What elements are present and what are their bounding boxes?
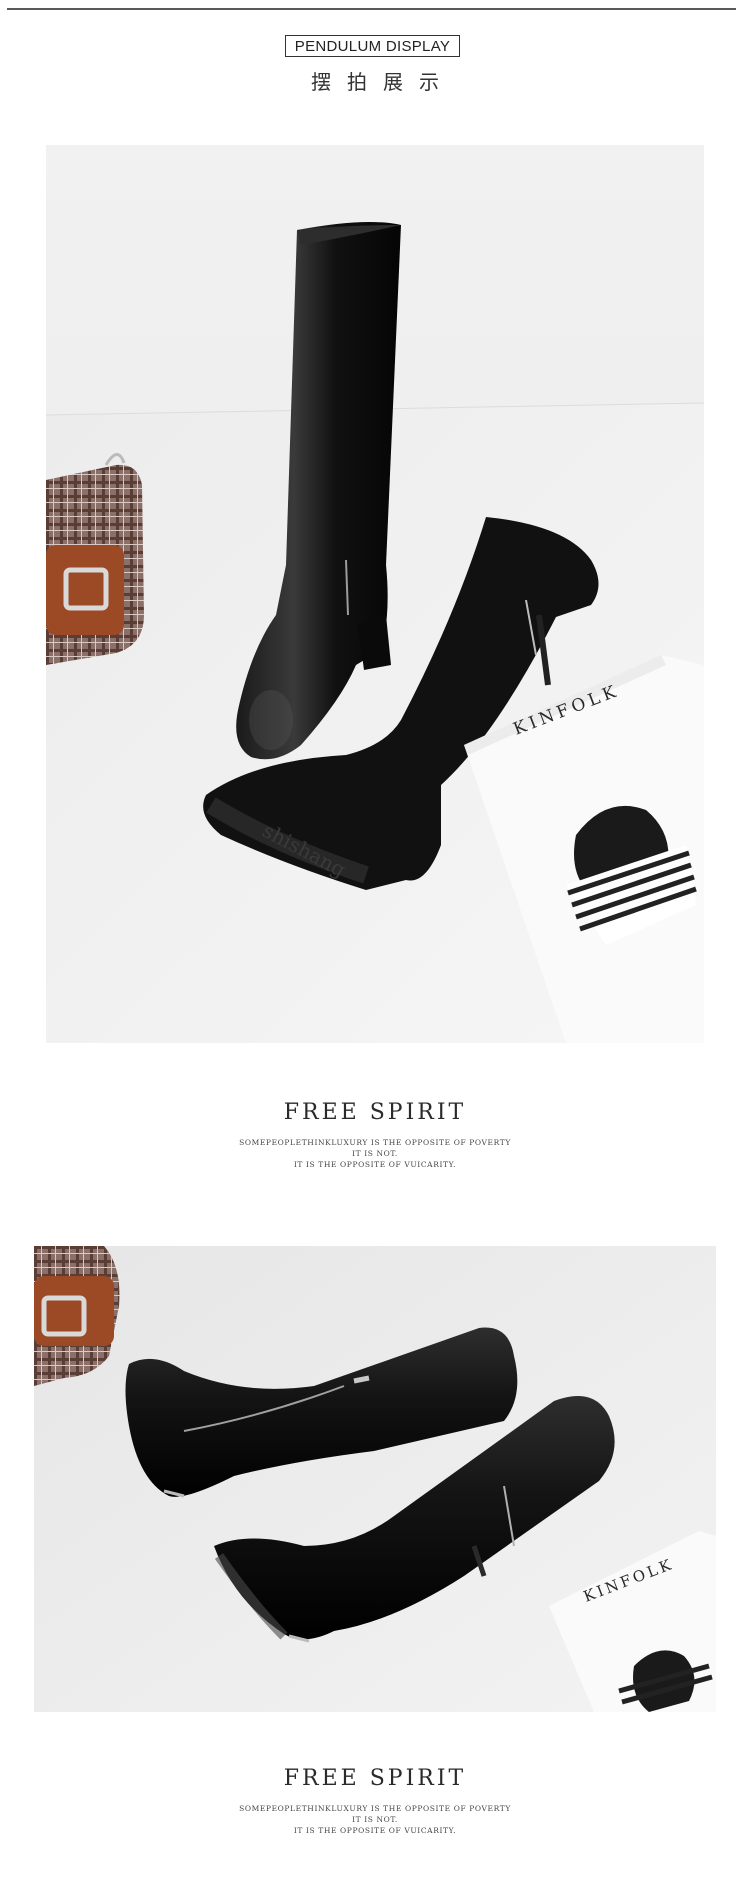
product-photo-1: shishang KINFOLK <box>46 145 704 1043</box>
tagline-block-1: FREE SPIRIT SOMEPEOPLETHINKLUXURY IS THE… <box>0 1100 750 1170</box>
tagline-heading-1: FREE SPIRIT <box>283 1100 467 1125</box>
section-title-text: PENDULUM DISPLAY <box>294 37 451 55</box>
tagline-body-1: SOMEPEOPLETHINKLUXURY IS THE OPPOSITE OF… <box>0 1137 750 1170</box>
top-divider <box>7 8 736 10</box>
product-photo-2: KINFOLK <box>34 1246 716 1712</box>
boots-photo-2-illustration: KINFOLK <box>34 1246 716 1712</box>
tagline-line: IT IS NOT. <box>352 1149 398 1158</box>
tagline-line: SOMEPEOPLETHINKLUXURY IS THE OPPOSITE OF… <box>239 1804 511 1813</box>
handbag-1 <box>46 453 144 665</box>
boots-photo-1-illustration: shishang KINFOLK <box>46 145 704 1043</box>
tagline-line: IT IS THE OPPOSITE OF VUICARITY. <box>293 1826 457 1835</box>
tagline-line: IT IS THE OPPOSITE OF VUICARITY. <box>293 1160 457 1169</box>
tagline-line: IT IS NOT. <box>352 1815 398 1824</box>
tagline-block-2: FREE SPIRIT SOMEPEOPLETHINKLUXURY IS THE… <box>0 1766 750 1836</box>
section-subtitle: 摆拍展示 <box>311 70 455 94</box>
tagline-line: SOMEPEOPLETHINKLUXURY IS THE OPPOSITE OF… <box>239 1138 511 1147</box>
section-title: PENDULUM DISPLAY <box>285 35 460 57</box>
tagline-heading-2: FREE SPIRIT <box>283 1766 467 1791</box>
tagline-body-2: SOMEPEOPLETHINKLUXURY IS THE OPPOSITE OF… <box>0 1803 750 1836</box>
